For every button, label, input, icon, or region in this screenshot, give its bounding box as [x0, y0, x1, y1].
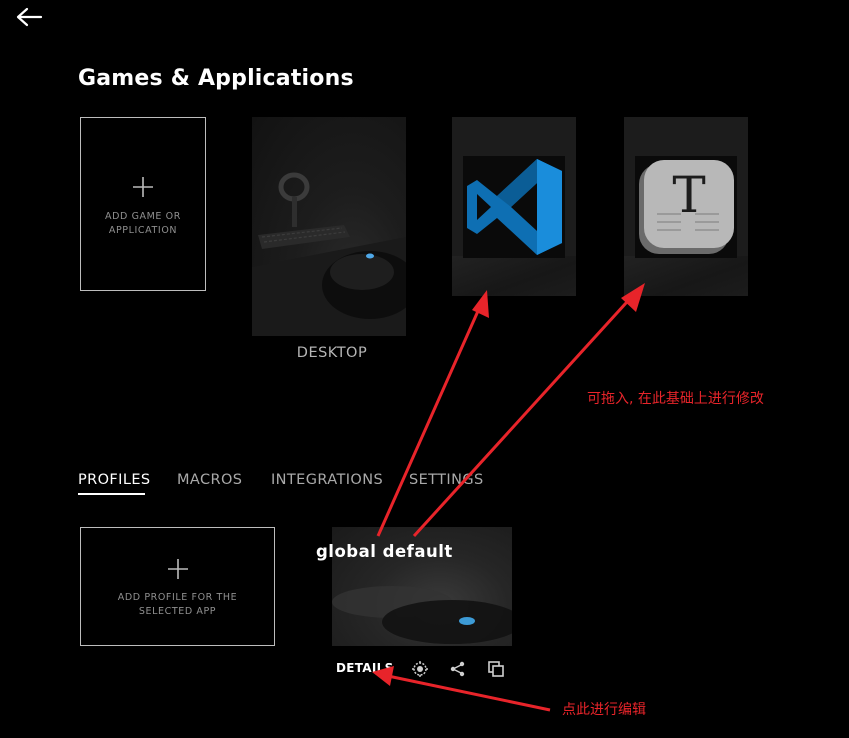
plus-icon — [133, 177, 153, 197]
add-game-button[interactable]: ADD GAME OR APPLICATION — [80, 117, 206, 291]
annotation-edit-note: 点此进行编辑 — [562, 702, 646, 718]
add-profile-label: ADD PROFILE FOR THE SELECTED APP — [117, 592, 238, 617]
add-profile-button[interactable]: ADD PROFILE FOR THE SELECTED APP — [80, 527, 275, 646]
desktop-label: DESKTOP — [296, 345, 368, 361]
profile-name: global default — [316, 542, 453, 561]
active-tab-indicator — [78, 493, 145, 495]
persistent-gear-icon[interactable] — [411, 660, 429, 678]
back-arrow-icon[interactable] — [14, 6, 44, 28]
svg-text:T: T — [672, 166, 705, 224]
duplicate-icon[interactable] — [487, 660, 505, 678]
app-card-vscode[interactable] — [452, 117, 576, 296]
vscode-icon — [463, 156, 565, 258]
details-button[interactable]: DETAILS — [336, 661, 394, 675]
share-icon[interactable] — [449, 660, 467, 678]
desktop-scene-image — [252, 172, 406, 336]
annotation-drag-note: 可拖入, 在此基础上进行修改 — [587, 391, 764, 407]
add-game-label: ADD GAME OR APPLICATION — [105, 211, 181, 236]
tab-macros[interactable]: MACROS — [177, 472, 242, 488]
app-card-typora[interactable]: T — [624, 117, 748, 296]
page-title: Games & Applications — [78, 66, 354, 91]
plus-icon — [167, 559, 188, 579]
tab-settings[interactable]: SETTINGS — [409, 472, 484, 488]
typora-icon: T — [635, 156, 737, 258]
tab-profiles[interactable]: PROFILES — [78, 472, 151, 488]
app-card-desktop[interactable] — [252, 117, 406, 336]
tab-integrations[interactable]: INTEGRATIONS — [271, 472, 383, 488]
